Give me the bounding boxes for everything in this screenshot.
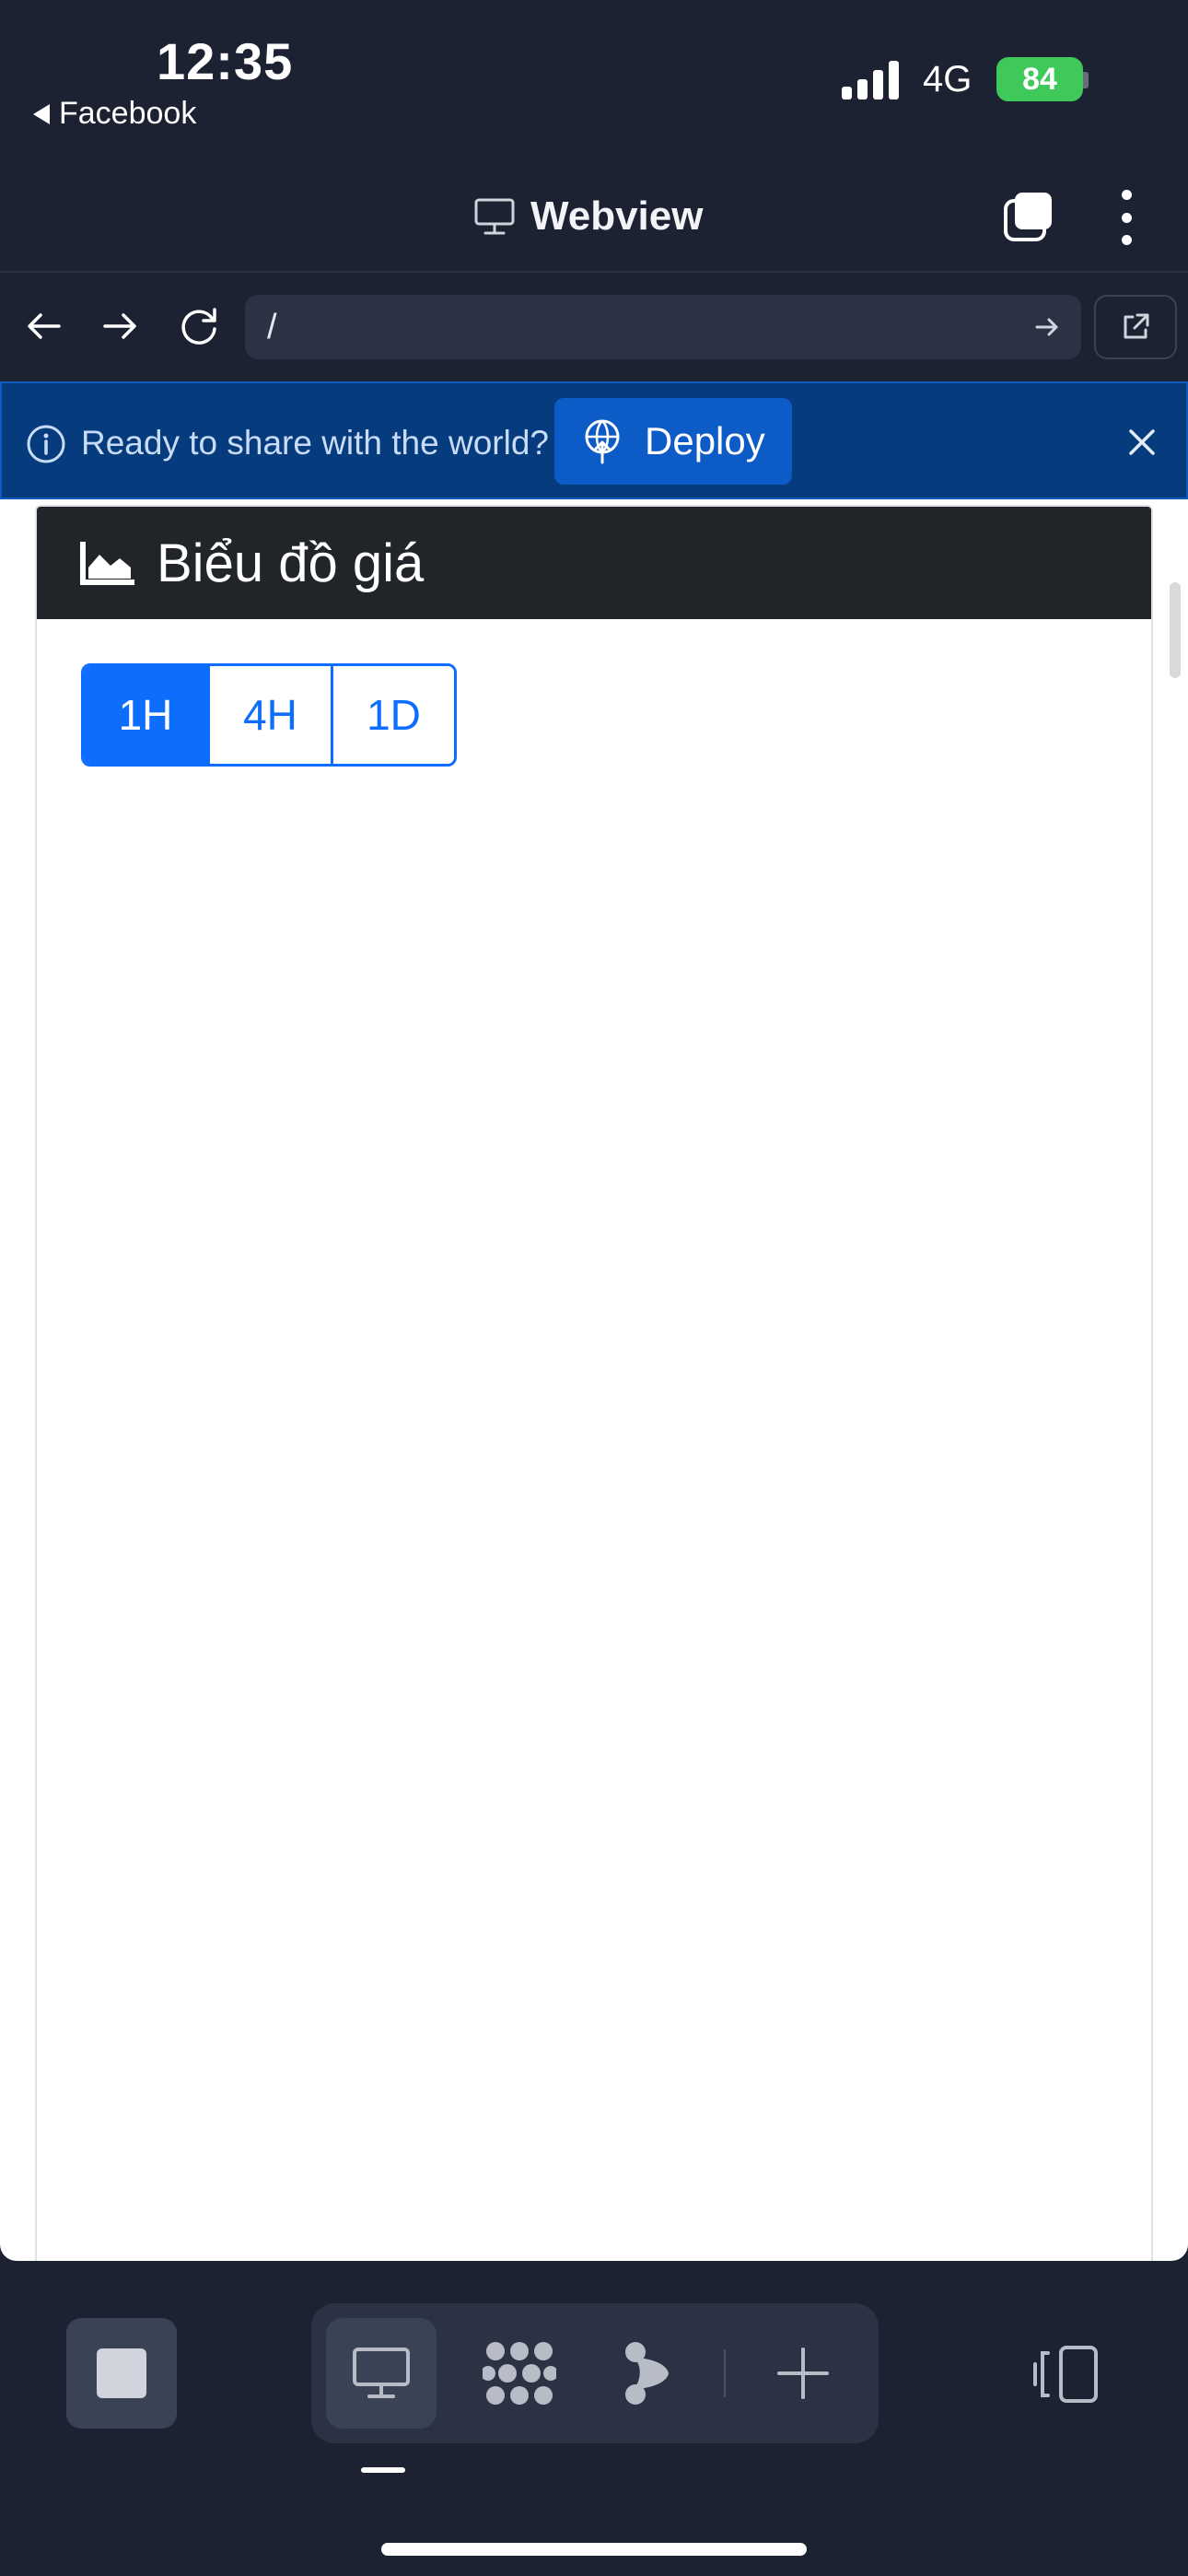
back-app-label: Facebook (59, 96, 197, 131)
price-chart-card: Biểu đồ giá 1H 4H 1D (35, 505, 1153, 2261)
battery-icon: 84 (996, 57, 1083, 101)
plus-icon (777, 2348, 829, 2399)
arrow-right-icon (103, 313, 136, 339)
app-header: Webview (0, 157, 1188, 273)
reload-button[interactable] (173, 300, 225, 352)
forward-button[interactable] (94, 300, 146, 352)
url-text: / (267, 308, 277, 346)
chart-area[interactable] (81, 802, 1103, 2239)
banner-message: Ready to share with the world? (81, 424, 549, 462)
arrow-left-icon (28, 313, 61, 339)
url-bar: / (0, 273, 1188, 381)
header-title-label: Webview (530, 193, 704, 239)
deploy-icon (585, 419, 620, 464)
active-tool-indicator (361, 2467, 405, 2473)
status-time: 12:35 (157, 32, 294, 90)
card-title: Biểu đồ giá (157, 533, 425, 593)
more-vertical-icon (1121, 190, 1132, 200)
agent-icon (625, 2342, 669, 2405)
url-input[interactable]: / (245, 295, 1081, 359)
arrow-right-icon[interactable] (1030, 310, 1065, 345)
webview-content: Biểu đồ giá 1H 4H 1D (0, 499, 1188, 2261)
back-button[interactable] (18, 300, 70, 352)
header-title: Webview (473, 193, 703, 240)
tabs-icon (1004, 193, 1052, 241)
reload-icon (181, 308, 216, 345)
signal-strength-icon (842, 61, 899, 100)
tool-switcher (311, 2303, 879, 2443)
back-to-app-link[interactable]: Facebook (33, 96, 196, 132)
battery-level: 84 (1022, 61, 1057, 97)
webview-tool-button[interactable] (326, 2318, 437, 2429)
open-external-button[interactable] (1094, 295, 1177, 359)
status-bar: 12:35 Facebook 4G 84 (0, 0, 1188, 157)
deploy-banner: Ready to share with the world? Deploy (0, 381, 1188, 499)
external-link-icon (1124, 313, 1149, 339)
info-icon (27, 425, 65, 463)
home-indicator (381, 2543, 807, 2556)
deploy-button[interactable]: Deploy (554, 398, 792, 485)
stop-button[interactable] (66, 2318, 177, 2429)
timeframe-1d-button[interactable]: 1D (331, 666, 454, 764)
timeframe-4h-button[interactable]: 4H (207, 666, 331, 764)
scrollbar-thumb[interactable] (1170, 582, 1181, 678)
extensions-icon (483, 2342, 556, 2405)
deploy-button-label: Deploy (645, 419, 765, 463)
timeframe-button-group: 1H 4H 1D (81, 663, 457, 767)
monitor-icon (353, 2348, 410, 2398)
bottom-toolbar (0, 2261, 1188, 2576)
monitor-icon (474, 198, 515, 235)
area-chart-icon (80, 542, 134, 585)
stop-icon (97, 2348, 146, 2398)
split-view-icon[interactable] (1030, 2342, 1103, 2406)
extensions-tool-button[interactable] (464, 2318, 575, 2429)
timeframe-1h-button[interactable]: 1H (84, 666, 207, 764)
toolbar-divider (724, 2349, 726, 2397)
network-type: 4G (923, 59, 973, 100)
close-icon[interactable] (1124, 424, 1160, 461)
card-header: Biểu đồ giá (37, 507, 1151, 619)
tabs-button[interactable] (1002, 190, 1055, 243)
add-tool-button[interactable] (748, 2318, 858, 2429)
agent-tool-button[interactable] (593, 2318, 704, 2429)
more-options-button[interactable] (1112, 190, 1140, 245)
battery-tip (1083, 72, 1089, 88)
back-triangle-icon (33, 103, 50, 124)
